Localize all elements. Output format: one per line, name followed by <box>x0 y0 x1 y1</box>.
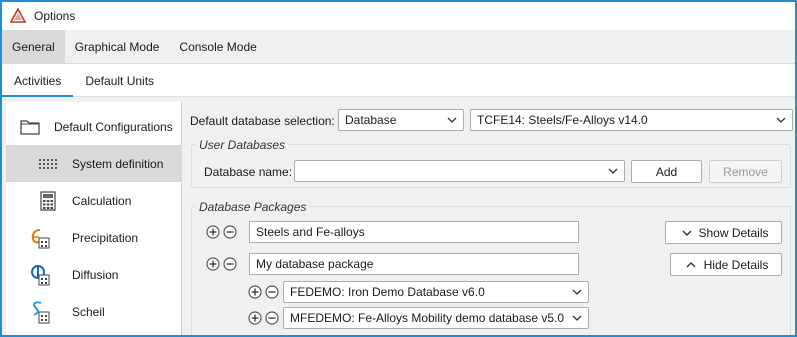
sidebar-item-scheil[interactable]: Scheil <box>6 293 182 330</box>
select-value: Database <box>345 113 397 127</box>
collapse-minus-icon[interactable] <box>223 225 237 239</box>
button-label: Show Details <box>698 225 769 240</box>
hide-details-button[interactable]: Hide Details <box>670 253 782 276</box>
diffusion-icon <box>28 264 50 286</box>
sidebar-item-label: Calculation <box>72 193 132 208</box>
scheil-icon <box>28 300 50 323</box>
activities-sidebar: Default Configurations System definition… <box>6 102 182 335</box>
chevron-down-icon <box>608 168 618 174</box>
sidebar-item-system-definition[interactable]: System definition <box>6 145 182 182</box>
database-name-label: Database name: <box>204 165 293 179</box>
user-databases-title: User Databases <box>196 138 289 152</box>
tab-label: Graphical Mode <box>74 40 160 54</box>
field-value: Steels and Fe-alloys <box>256 225 365 239</box>
precipitation-icon <box>28 227 50 249</box>
grid-icon <box>37 153 59 175</box>
tab-default-units[interactable]: Default Units <box>73 64 166 97</box>
tab-activities[interactable]: Activities <box>2 64 74 97</box>
tab-label: Activities <box>14 73 62 88</box>
tab-general[interactable]: General <box>2 30 65 64</box>
window-title: Options <box>34 9 76 23</box>
package-name-field[interactable]: My database package <box>249 253 579 275</box>
tab-console-mode[interactable]: Console Mode <box>169 30 266 64</box>
default-database-selection-label: Default database selection: <box>190 114 335 128</box>
select-value: FEDEMO: Iron Demo Database v6.0 <box>290 285 485 299</box>
main-tab-bar: General Graphical Mode Console Mode <box>2 30 795 64</box>
package-database-select[interactable]: MFEDEMO: Fe-Alloys Mobility demo databas… <box>283 307 589 329</box>
calculator-icon <box>37 190 59 212</box>
expand-plus-icon[interactable] <box>206 225 220 239</box>
sidebar-item-diffusion[interactable]: Diffusion <box>6 256 182 293</box>
collapse-minus-icon[interactable] <box>223 257 237 271</box>
sidebar-item-calculation[interactable]: Calculation <box>6 182 182 219</box>
expand-plus-icon[interactable] <box>206 257 220 271</box>
sidebar-item-label: Scheil <box>72 304 105 319</box>
select-value: MFEDEMO: Fe-Alloys Mobility demo databas… <box>290 311 565 325</box>
database-type-select[interactable]: Database <box>338 109 464 131</box>
options-window: Options General Graphical Mode Console M… <box>0 0 797 337</box>
database-name-field[interactable] <box>294 160 625 182</box>
add-button[interactable]: Add <box>631 160 702 183</box>
select-value: TCFE14: Steels/Fe-Alloys v14.0 <box>477 113 648 127</box>
sidebar-item-default-configurations[interactable]: Default Configurations <box>6 108 182 145</box>
collapse-minus-icon[interactable] <box>265 285 279 299</box>
database-packages-title: Database Packages <box>196 200 310 214</box>
sidebar-item-label: System definition <box>72 156 164 171</box>
chevron-down-icon <box>447 117 457 123</box>
chevron-down-icon <box>572 315 582 321</box>
sidebar-item-precipitation[interactable]: Precipitation <box>6 219 182 256</box>
field-value: My database package <box>256 257 374 271</box>
chevron-up-icon <box>686 262 696 268</box>
tab-label: Default Units <box>85 73 155 88</box>
folder-icon <box>19 116 41 138</box>
button-label: Remove <box>723 164 768 179</box>
sub-tab-bar: Activities Default Units <box>2 64 795 97</box>
app-logo-icon <box>10 8 26 23</box>
expand-plus-icon[interactable] <box>248 285 262 299</box>
show-details-button[interactable]: Show Details <box>665 221 782 244</box>
title-bar: Options <box>2 2 795 30</box>
package-name-field[interactable]: Steels and Fe-alloys <box>249 221 579 243</box>
chevron-down-icon <box>776 117 786 123</box>
sidebar-item-label: Diffusion <box>72 267 119 282</box>
chevron-down-icon <box>572 289 582 295</box>
tab-label: General <box>12 40 55 54</box>
remove-button[interactable]: Remove <box>709 160 782 183</box>
database-select[interactable]: TCFE14: Steels/Fe-Alloys v14.0 <box>470 109 793 131</box>
collapse-minus-icon[interactable] <box>265 311 279 325</box>
expand-plus-icon[interactable] <box>248 311 262 325</box>
sidebar-item-label: Default Configurations <box>54 119 173 134</box>
button-label: Add <box>655 164 678 179</box>
settings-panel: Default database selection: Database TCF… <box>183 102 795 335</box>
chevron-down-icon <box>682 230 692 236</box>
tab-label: Console Mode <box>179 40 257 54</box>
package-database-select[interactable]: FEDEMO: Iron Demo Database v6.0 <box>283 281 589 303</box>
button-label: Hide Details <box>703 257 769 272</box>
tab-graphical-mode[interactable]: Graphical Mode <box>65 30 170 64</box>
sidebar-item-label: Precipitation <box>72 230 139 245</box>
